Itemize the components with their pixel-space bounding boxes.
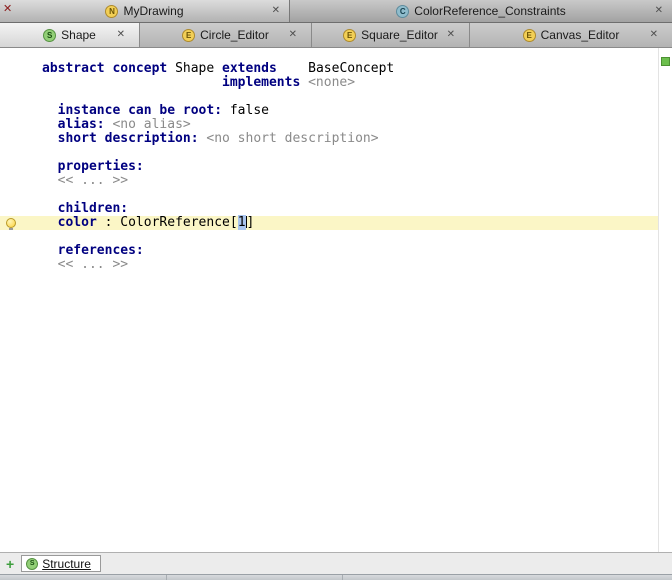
code-line[interactable] (0, 188, 658, 202)
editor-icon: E (343, 29, 356, 42)
code-segment (42, 75, 222, 90)
code-line[interactable]: references: (0, 244, 658, 258)
code-segment (42, 159, 58, 174)
close-tab-icon[interactable]: ✕ (447, 30, 455, 40)
window-tab-colorreference-constraints[interactable]: C ColorReference_Constraints ✕ (290, 0, 672, 22)
status-strip (0, 574, 672, 580)
close-icon[interactable]: ✕ (3, 4, 12, 15)
code-segment: false (230, 103, 269, 118)
structure-icon: S (26, 558, 38, 570)
code-segment: << ... >> (58, 173, 128, 188)
code-segment: <none> (308, 75, 355, 90)
intention-bulb-icon[interactable] (6, 218, 16, 228)
code-segment: Shape (175, 61, 222, 76)
structure-tab-label: Structure (42, 557, 91, 571)
code-line[interactable]: children: (0, 202, 658, 216)
close-tab-icon[interactable]: ✕ (289, 30, 297, 40)
close-tab-icon[interactable]: ✕ (650, 30, 658, 40)
divider (342, 575, 343, 580)
tab-label: Circle_Editor (200, 28, 269, 42)
close-tab-icon[interactable]: ✕ (117, 30, 125, 40)
code-line[interactable]: color : ColorReference[1] (0, 216, 658, 230)
code-line[interactable]: instance can be root: false (0, 104, 658, 118)
code-line[interactable] (0, 90, 658, 104)
code-segment: 1 (238, 215, 246, 230)
code-line[interactable]: properties: (0, 160, 658, 174)
tab-circle-editor[interactable]: E Circle_Editor ✕ (140, 23, 312, 47)
editor-tab-bar: S Shape ✕ E Circle_Editor ✕ E Square_Edi… (0, 23, 672, 48)
code-segment: abstract concept (42, 61, 175, 76)
code-segment: <no short description> (206, 131, 378, 146)
code-segment: properties: (58, 159, 144, 174)
code-segment (42, 201, 58, 216)
code-segment: : (97, 215, 120, 230)
tab-shape[interactable]: S Shape ✕ (0, 23, 140, 47)
code-segment (42, 103, 58, 118)
code-segment: instance can be root: (58, 103, 230, 118)
code-line[interactable]: alias: <no alias> (0, 118, 658, 132)
divider (166, 575, 167, 580)
code-segment (42, 257, 58, 272)
tab-label: Shape (61, 28, 96, 42)
code-segment: alias: (58, 117, 113, 132)
tab-label: MyDrawing (123, 4, 183, 18)
code-segment: <no alias> (112, 117, 190, 132)
tab-label: Square_Editor (361, 28, 438, 42)
code-segment: ] (247, 215, 255, 230)
code-line[interactable] (0, 146, 658, 160)
bottom-tool-bar: + S Structure (0, 552, 672, 574)
close-tab-icon[interactable]: ✕ (655, 6, 663, 16)
code-line[interactable]: << ... >> (0, 174, 658, 188)
concept-icon: S (43, 29, 56, 42)
code-segment (42, 215, 58, 230)
tab-canvas-editor[interactable]: E Canvas_Editor ✕ (470, 23, 672, 47)
node-icon: N (105, 5, 118, 18)
code-segment: << ... >> (58, 257, 128, 272)
window: ✕ N MyDrawing ✕ C ColorReference_Constra… (0, 0, 672, 580)
tab-structure[interactable]: S Structure (21, 555, 101, 572)
code-segment (42, 117, 58, 132)
code-segment: short description: (58, 131, 207, 146)
tab-square-editor[interactable]: E Square_Editor ✕ (312, 23, 470, 47)
code-segment: ColorReference[ (120, 215, 237, 230)
code-segment: color (58, 215, 97, 230)
window-tab-bar: ✕ N MyDrawing ✕ C ColorReference_Constra… (0, 0, 672, 23)
code-segment: extends (222, 61, 277, 76)
code-segment (42, 243, 58, 258)
constraints-icon: C (396, 5, 409, 18)
code-segment: children: (58, 201, 128, 216)
code-segment: references: (58, 243, 144, 258)
code-line[interactable]: abstract concept Shape extends BaseConce… (0, 62, 658, 76)
code-segment: implements (222, 75, 308, 90)
code-line[interactable] (0, 230, 658, 244)
tab-label: Canvas_Editor (541, 28, 620, 42)
add-tab-button[interactable]: + (6, 557, 14, 571)
code-segment: BaseConcept (277, 61, 394, 76)
status-indicator-ok (661, 57, 670, 66)
editor-icon: E (182, 29, 195, 42)
code-segment (42, 173, 58, 188)
close-tab-icon[interactable]: ✕ (272, 6, 280, 16)
error-stripe[interactable] (658, 48, 672, 552)
code-line[interactable]: implements <none> (0, 76, 658, 90)
code-area[interactable]: abstract concept Shape extends BaseConce… (0, 48, 658, 552)
code-segment (42, 131, 58, 146)
editor-pane: abstract concept Shape extends BaseConce… (0, 48, 672, 552)
tab-label: ColorReference_Constraints (414, 4, 565, 18)
code-line[interactable]: short description: <no short description… (0, 132, 658, 146)
code-line[interactable]: << ... >> (0, 258, 658, 272)
editor-icon: E (523, 29, 536, 42)
window-tab-mydrawing[interactable]: N MyDrawing ✕ (0, 0, 290, 22)
